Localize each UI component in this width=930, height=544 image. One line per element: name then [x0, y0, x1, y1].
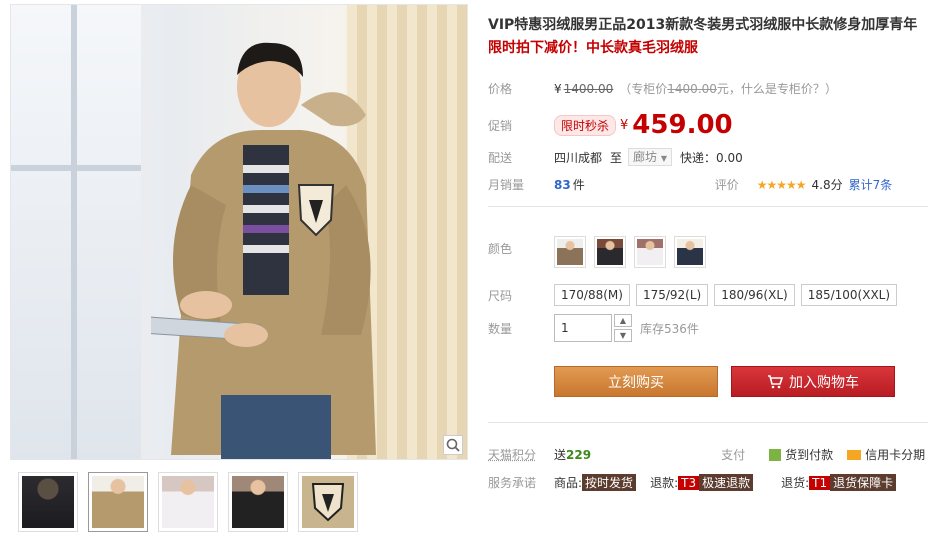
payment-label: 支付 [721, 448, 746, 462]
stock-count: 库存536件 [640, 321, 699, 336]
promo-tag: 限时秒杀 [554, 114, 617, 136]
color-swatch-4[interactable] [674, 236, 706, 268]
service-goods-badge: 按时发货 [582, 474, 637, 491]
thumbnail-4[interactable] [228, 472, 288, 532]
size-option[interactable]: 175/92(L) [635, 284, 709, 306]
size-option[interactable]: 170/88(M) [554, 284, 630, 306]
sales-row: 月销量 83 件 评价 ★★★★★ 4.8分 累计7条 [488, 176, 928, 193]
shipping-fee: 快递：0.00 [680, 150, 743, 165]
thumbnail-1[interactable] [18, 472, 78, 532]
payment-cod: 货到付款 [785, 448, 834, 462]
review-count-link[interactable]: 累计7条 [849, 176, 893, 193]
service-return-code: T1 [809, 475, 831, 490]
thumbnail-strip [18, 472, 358, 532]
service-refund-badge: 极速退款 [699, 474, 754, 491]
quantity-row: 数量 ▲ ▼ 库存536件 [488, 314, 699, 342]
service-return-badge: 退货保障卡 [830, 474, 897, 491]
product-title: VIP特惠羽绒服男正品2013新款冬装男式羽绒服中长款修身加厚青年 [488, 17, 918, 33]
destination-city: 廊坊 [633, 150, 658, 164]
size-option[interactable]: 185/100(XXL) [800, 284, 898, 306]
product-subtitle: 限时拍下减价！中长款真毛羽绒服 [488, 40, 698, 56]
color-swatch-2[interactable] [594, 236, 626, 268]
credit-card-icon [847, 450, 862, 460]
thumbnail-3[interactable] [158, 472, 218, 532]
service-return-prefix: 退货: [781, 476, 810, 490]
delivery-from: 四川成都 [554, 150, 603, 165]
counter-note-close: ） [824, 82, 837, 96]
size-row: 尺码 170/88(M) 175/92(L) 180/96(XL) 185/10… [488, 284, 898, 306]
rating-label: 评价 [714, 178, 739, 192]
color-swatch-1[interactable] [554, 236, 586, 268]
service-refund-prefix: 退款: [650, 476, 679, 490]
zoom-icon[interactable] [443, 435, 463, 455]
quantity-stepper: ▲ ▼ [614, 314, 632, 342]
original-price: 1400.00 [563, 81, 614, 96]
destination-dropdown[interactable]: 廊坊 ▼ [628, 148, 673, 166]
counter-price: 1400.00 [667, 81, 717, 96]
points-prefix: 送 [554, 448, 567, 462]
quantity-input[interactable] [554, 314, 612, 342]
size-options: 170/88(M) 175/92(L) 180/96(XL) 185/100(X… [554, 284, 898, 306]
points-value: 229 [566, 447, 592, 462]
main-product-image[interactable] [10, 4, 468, 460]
delivery-label: 配送 [488, 150, 513, 165]
quantity-label: 数量 [488, 322, 513, 336]
points-label[interactable]: 天猫积分 [488, 446, 554, 463]
rating-score: 4.8分 [811, 178, 843, 192]
color-row: 颜色 [488, 236, 706, 268]
size-label: 尺码 [488, 288, 513, 303]
model-photo [151, 42, 376, 459]
promo-price: 459.00 [632, 110, 733, 140]
price-row: 价格 ¥ 1400.00 （专柜价 1400.00 元， 什么是专柜价？ ） [488, 80, 837, 97]
payment-credit: 信用卡分期 [865, 448, 926, 462]
service-refund-code: T3 [678, 475, 700, 490]
thumbnail-2[interactable] [88, 472, 148, 532]
service-row: 服务承诺 商品: 按时发货 退款: T3 极速退款 退货: T1 退货保障卡 [488, 474, 928, 491]
counter-note-prefix: （专柜价 [619, 82, 668, 96]
divider [488, 422, 928, 423]
delivery-row: 配送 四川成都 至 廊坊 ▼ 快递：0.00 [488, 148, 743, 166]
color-label: 颜色 [488, 242, 513, 256]
price-label: 价格 [488, 82, 513, 96]
size-option[interactable]: 180/96(XL) [714, 284, 795, 306]
promo-label: 促销 [488, 118, 513, 133]
delivery-to-word: 至 [610, 150, 623, 165]
promo-row: 促销 限时秒杀 ¥ 459.00 [488, 110, 733, 140]
service-label: 服务承诺 [488, 476, 537, 490]
thumbnail-5[interactable] [298, 472, 358, 532]
counter-price-link[interactable]: 什么是专柜价？ [741, 80, 825, 97]
product-info-panel: VIP特惠羽绒服男正品2013新款冬装男式羽绒服中长款修身加厚青年 限时拍下减价… [488, 14, 928, 491]
buy-now-button[interactable]: 立刻购买 [554, 366, 718, 397]
promo-currency: ¥ [620, 117, 629, 133]
cart-icon [768, 374, 783, 388]
increment-icon[interactable]: ▲ [614, 314, 632, 327]
counter-note-suffix: 元， [716, 82, 741, 96]
buy-now-label: 立刻购买 [608, 374, 664, 391]
color-swatches [554, 236, 706, 268]
sales-count: 83 [554, 177, 571, 192]
decrement-icon[interactable]: ▼ [614, 329, 632, 342]
rating-stars: ★★★★★ [756, 177, 807, 192]
price-currency: ¥ [554, 81, 562, 96]
color-swatch-3[interactable] [634, 236, 666, 268]
cod-icon [769, 449, 782, 461]
points-row: 天猫积分 送 229 支付 货到付款 信用卡分期 [488, 446, 928, 463]
sales-label: 月销量 [488, 178, 525, 192]
divider [488, 206, 928, 207]
window-background [11, 5, 141, 459]
service-goods-prefix: 商品: [554, 476, 583, 490]
add-to-cart-button[interactable]: 加入购物车 [731, 366, 895, 397]
sales-unit: 件 [572, 178, 585, 192]
add-to-cart-label: 加入购物车 [789, 374, 859, 391]
chevron-down-icon: ▼ [660, 154, 668, 163]
